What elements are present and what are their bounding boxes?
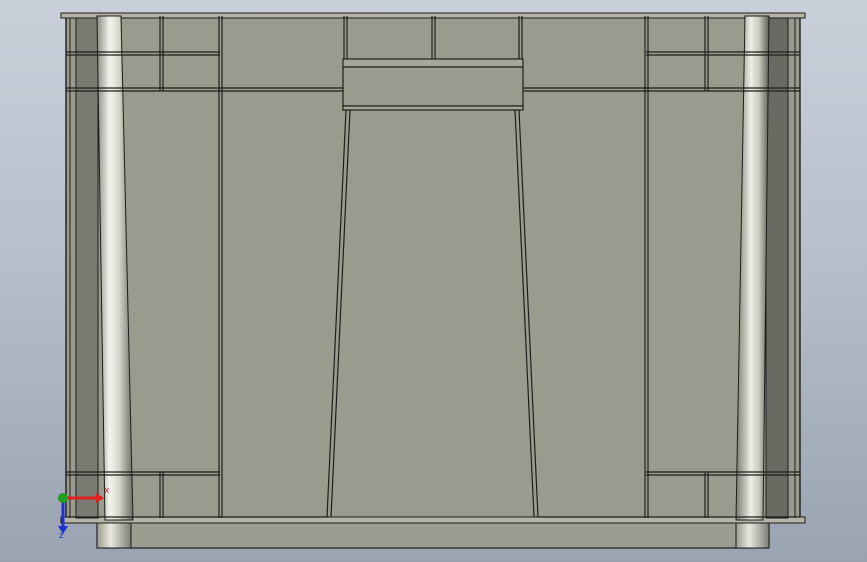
graphics-viewport[interactable]: x z xyxy=(0,0,867,562)
center-handle xyxy=(342,58,524,111)
crate-model-front-view[interactable] xyxy=(0,0,867,562)
x-axis-label: x xyxy=(104,486,110,496)
crate-base xyxy=(96,519,770,549)
z-axis-label: z xyxy=(59,531,64,541)
